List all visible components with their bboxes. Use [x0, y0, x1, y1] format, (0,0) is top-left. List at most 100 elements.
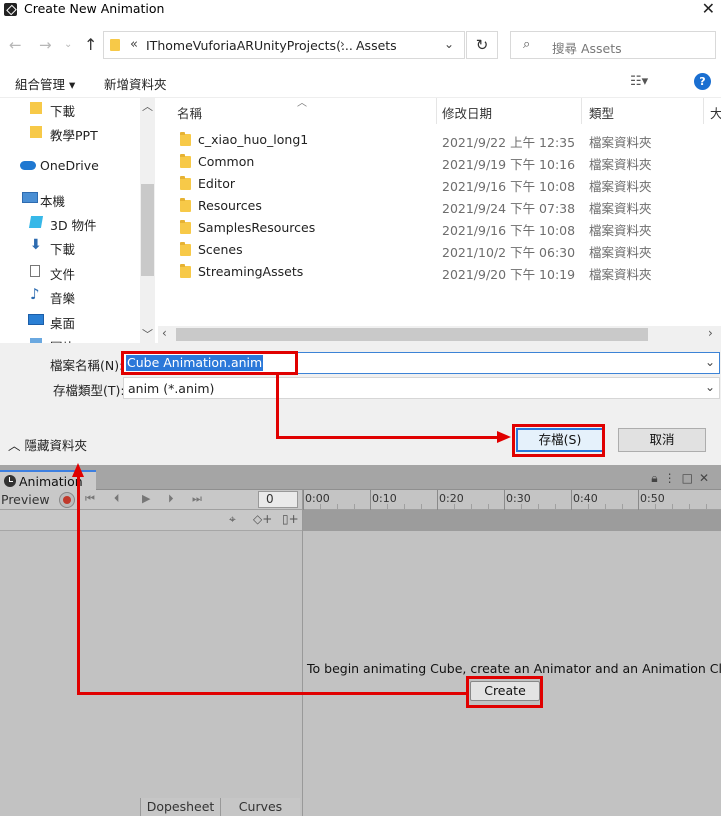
nav-item-label: 下載: [50, 104, 76, 119]
file-row[interactable]: Common 2021/9/19 下午 10:16 檔案資料夾: [170, 151, 721, 173]
download-icon: ⬇: [30, 237, 42, 253]
file-row[interactable]: Resources 2021/9/24 下午 07:38 檔案資料夾: [170, 195, 721, 217]
search-input[interactable]: ⌕ 搜尋 Assets: [510, 31, 716, 59]
add-event-icon[interactable]: ▯+: [282, 512, 299, 526]
animation-window: Animation 🔒︎⋮□✕ Preview ⏮ ⏴ ▶ ⏵ ⏭ 0 0:00…: [0, 465, 721, 816]
empty-state-message: To begin animating Cube, create an Anima…: [307, 661, 721, 676]
nav-item-this-pc[interactable]: 本機: [0, 188, 140, 212]
file-name: SamplesResources: [198, 220, 316, 235]
nav-item-documents[interactable]: 文件: [0, 261, 140, 285]
file-type: 檔案資料夾: [589, 223, 652, 238]
refresh-button[interactable]: ↻: [466, 31, 498, 59]
column-header-type[interactable]: 類型: [589, 103, 614, 122]
tab-curves[interactable]: Curves: [220, 798, 300, 816]
chevron-down-icon[interactable]: ⌄: [705, 355, 715, 369]
tab-dopesheet[interactable]: Dopesheet: [140, 798, 220, 816]
file-modified: 2021/9/20 下午 10:19: [442, 267, 576, 282]
scrollbar-thumb[interactable]: [176, 328, 648, 341]
nav-item-label: OneDrive: [40, 158, 99, 173]
close-icon[interactable]: ✕: [702, 0, 715, 18]
annotation-arrow-line: [276, 374, 279, 438]
window-controls[interactable]: 🔒︎⋮□✕: [651, 471, 715, 486]
file-name: Common: [198, 154, 255, 169]
record-icon[interactable]: [59, 492, 75, 508]
add-keyframe-icon[interactable]: ◇+: [253, 512, 272, 526]
music-icon: ♪: [30, 285, 40, 303]
scroll-left-icon[interactable]: ‹: [162, 326, 167, 340]
annotation-arrow-line: [77, 477, 80, 695]
frame-input[interactable]: 0: [258, 491, 298, 508]
first-key-icon[interactable]: ⏮: [85, 492, 95, 506]
lock-icon[interactable]: 🔒︎: [651, 471, 663, 485]
file-row[interactable]: StreamingAssets 2021/9/20 下午 10:19 檔案資料夾: [170, 261, 721, 283]
file-type: 檔案資料夾: [589, 267, 652, 282]
forward-icon[interactable]: →: [39, 36, 52, 54]
nav-item-label: 3D 物件: [50, 218, 97, 233]
breadcrumb-project[interactable]: IThomeVuforiaARUnityProjects(...: [146, 38, 353, 53]
filetype-select[interactable]: anim (*.anim) ⌄: [123, 377, 720, 399]
last-key-icon[interactable]: ⏭: [192, 492, 202, 506]
chevron-icon[interactable]: «: [130, 37, 138, 52]
column-divider[interactable]: [703, 98, 704, 124]
recent-locations-icon[interactable]: ⌄: [64, 39, 72, 50]
nav-item-desktop[interactable]: 桌面: [0, 310, 140, 334]
preview-toggle[interactable]: Preview: [1, 492, 50, 507]
column-divider[interactable]: [581, 98, 582, 124]
cancel-button[interactable]: 取消: [618, 428, 706, 452]
navigation-pane: 下載 教學PPT OneDrive 本機 3D 物件 ⬇ 下載 文件 ♪ 音樂: [0, 98, 155, 343]
nav-item-3d-objects[interactable]: 3D 物件: [0, 212, 140, 236]
nav-item-ppt-folder[interactable]: 教學PPT: [0, 122, 140, 146]
scroll-down-icon[interactable]: ﹀: [142, 326, 153, 342]
chevron-down-icon[interactable]: ⌄: [444, 37, 454, 51]
back-icon[interactable]: ←: [9, 36, 22, 54]
nav-item-music[interactable]: ♪ 音樂: [0, 285, 140, 309]
breadcrumb-assets[interactable]: Assets: [356, 38, 397, 53]
address-bar[interactable]: « IThomeVuforiaARUnityProjects(... › Ass…: [103, 31, 465, 59]
maximize-icon[interactable]: □: [682, 471, 699, 485]
hide-folders-toggle[interactable]: ︿ 隱藏資料夾: [8, 435, 87, 454]
nav-item-label: 教學PPT: [50, 128, 98, 143]
scrollbar-thumb[interactable]: [141, 184, 154, 276]
file-modified: 2021/9/16 下午 10:08: [442, 179, 576, 194]
more-icon[interactable]: ⋮: [664, 471, 682, 485]
previous-key-icon[interactable]: ⏴: [114, 492, 120, 506]
close-icon[interactable]: ✕: [699, 471, 715, 485]
ruler-tick: [370, 490, 371, 510]
file-row[interactable]: c_xiao_huo_long1 2021/9/22 上午 12:35 檔案資料…: [170, 129, 721, 151]
folder-icon: [180, 198, 191, 212]
nav-item-downloads-folder[interactable]: 下載: [0, 98, 140, 122]
file-name: c_xiao_huo_long1: [198, 132, 309, 147]
view-options-icon[interactable]: ☷▾: [630, 74, 648, 89]
breadcrumb-separator-icon[interactable]: ›: [340, 37, 345, 51]
nav-item-pictures[interactable]: 圖片: [0, 334, 140, 343]
file-row[interactable]: Scenes 2021/10/2 下午 06:30 檔案資料夾: [170, 239, 721, 261]
chevron-down-icon[interactable]: ⌄: [705, 380, 715, 394]
new-folder-button[interactable]: 新增資料夾: [104, 74, 167, 93]
file-list-horizontal-scrollbar[interactable]: ‹ ›: [158, 326, 721, 343]
navigation-pane-scrollbar[interactable]: ︿ ﹀: [140, 98, 155, 343]
column-divider[interactable]: [436, 98, 437, 124]
file-row[interactable]: Editor 2021/9/16 下午 10:08 檔案資料夾: [170, 173, 721, 195]
up-folder-icon[interactable]: ↑: [84, 35, 97, 54]
computer-icon: [22, 192, 38, 203]
scroll-up-icon[interactable]: ︿: [142, 98, 153, 114]
organize-menu[interactable]: 組合管理 ▾: [15, 74, 75, 93]
nav-item-onedrive[interactable]: OneDrive: [0, 155, 140, 179]
column-header-modified[interactable]: 修改日期: [442, 103, 492, 122]
panel-divider[interactable]: [302, 490, 303, 816]
unity-app-icon: [4, 3, 17, 16]
help-icon[interactable]: ?: [694, 73, 711, 90]
file-row[interactable]: SamplesResources 2021/9/16 下午 10:08 檔案資料…: [170, 217, 721, 239]
scroll-right-icon[interactable]: ›: [708, 326, 713, 340]
file-modified: 2021/9/24 下午 07:38: [442, 201, 576, 216]
filter-by-selection-icon[interactable]: ⌖: [229, 512, 236, 527]
next-key-icon[interactable]: ⏵: [168, 492, 174, 506]
play-icon[interactable]: ▶: [142, 492, 150, 505]
folder-icon: [180, 154, 191, 168]
annotation-arrowhead: [497, 431, 511, 443]
timeline-ruler[interactable]: 0:00 0:10 0:20 0:30 0:40 0:50: [303, 490, 721, 510]
column-header-name[interactable]: 名稱: [177, 103, 202, 122]
file-type: 檔案資料夾: [589, 157, 652, 172]
nav-item-downloads[interactable]: ⬇ 下載: [0, 236, 140, 260]
column-header-size[interactable]: 大: [710, 103, 721, 122]
